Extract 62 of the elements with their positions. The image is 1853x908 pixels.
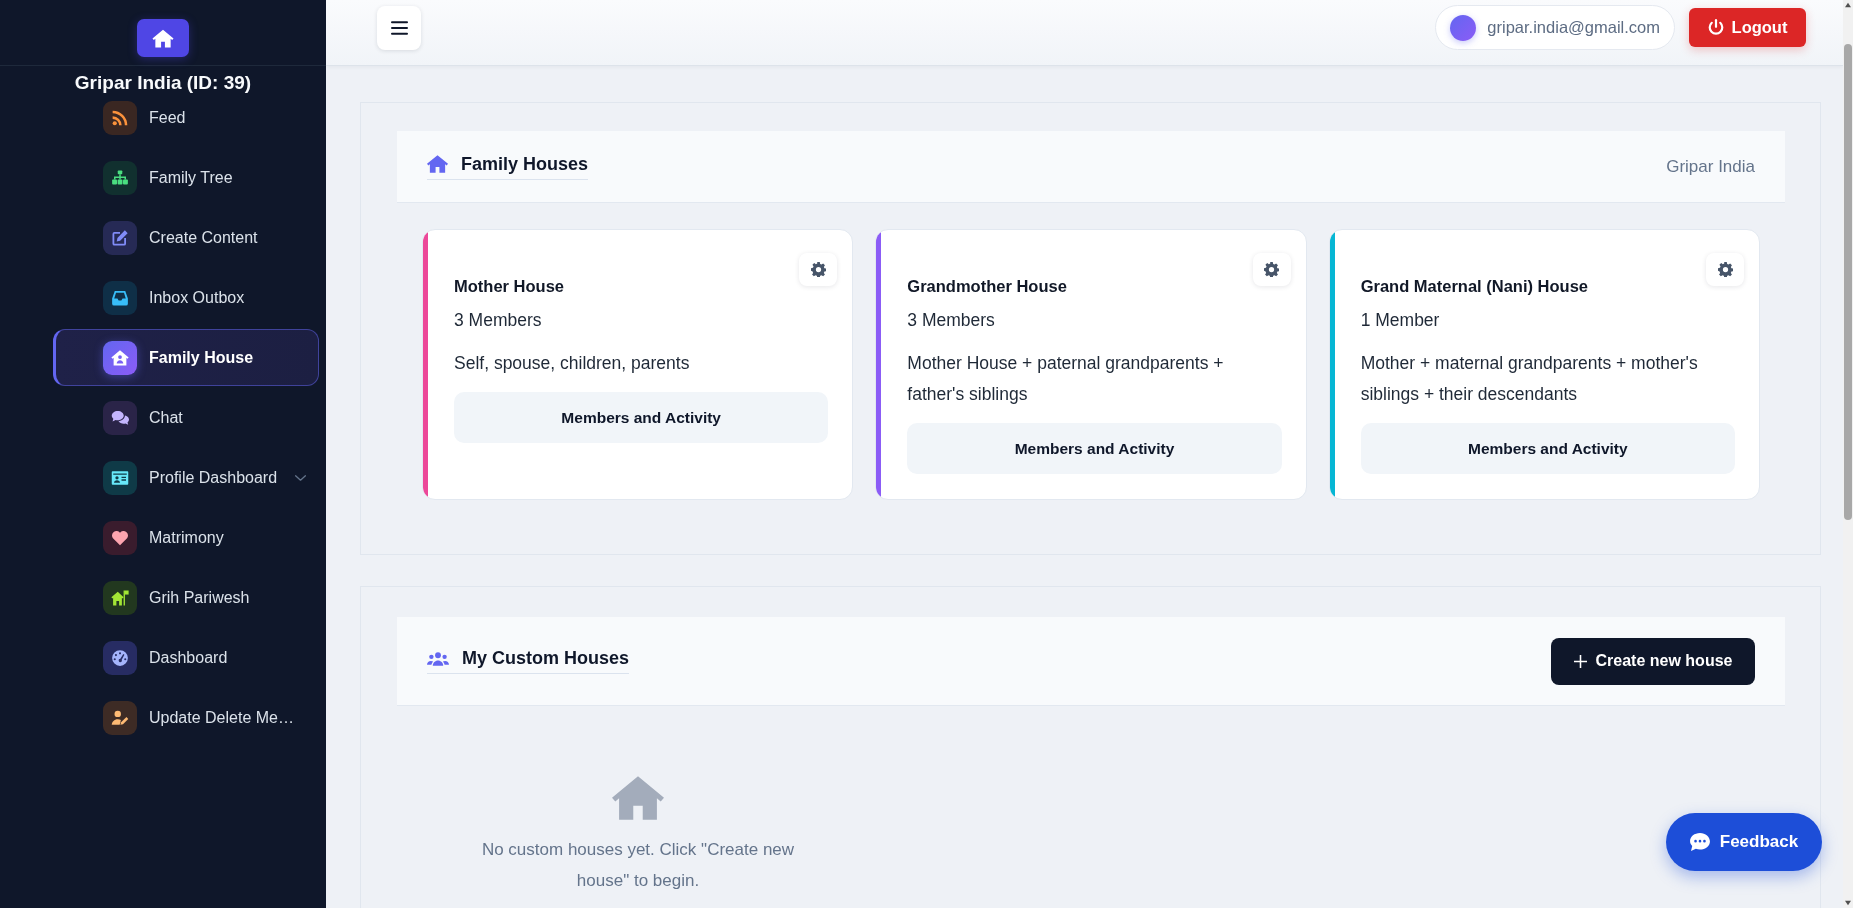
menu-button[interactable]	[377, 6, 421, 50]
house-icon	[612, 775, 664, 821]
section-title: Family Houses	[461, 153, 589, 175]
user-email: gripar.india@gmail.com	[1487, 18, 1660, 37]
sidebar-item[interactable]: Inbox Outbox	[53, 269, 319, 326]
settings-icon	[810, 262, 826, 277]
member-count: 1 Member	[1360, 309, 1441, 331]
chat-bubbles-icon	[103, 400, 137, 435]
scrollbar-thumb[interactable]	[1844, 44, 1852, 520]
members-activity-button[interactable]: Members and Activity	[454, 392, 829, 443]
power-icon	[1707, 19, 1724, 36]
settings-button[interactable]	[799, 253, 838, 286]
house-person-icon	[103, 340, 137, 375]
sidebar-item[interactable]: Family House	[53, 329, 319, 386]
owner-name: Gripar India	[1666, 156, 1755, 177]
gauge-icon	[103, 640, 137, 675]
feedback-button[interactable]: Feedback	[1666, 813, 1822, 871]
settings-icon	[1717, 262, 1733, 277]
sidebar-item[interactable]: Update Delete Me…	[53, 689, 319, 746]
sidebar-item[interactable]: Matrimony	[53, 509, 319, 566]
section-title: My Custom Houses	[462, 648, 630, 669]
member-count: 3 Members	[454, 309, 543, 331]
scroll-down-arrow-icon[interactable]	[1844, 900, 1852, 906]
sidebar-item[interactable]: Dashboard	[53, 629, 319, 686]
house-icon	[152, 28, 174, 48]
house-name: Grandmother House	[907, 276, 1068, 297]
plus-icon	[1573, 654, 1587, 668]
house-flag-icon	[103, 580, 137, 615]
members-activity-button[interactable]: Members and Activity	[907, 423, 1282, 474]
settings-icon	[1264, 262, 1280, 277]
house-description: Mother + maternal grandparents + mother's siblings + their descendants	[1360, 352, 1699, 406]
house-name: Grand Maternal (Nani) House	[1360, 276, 1590, 297]
house-name: Mother House	[454, 276, 565, 297]
home-button[interactable]	[137, 19, 189, 57]
sidebar-item[interactable]: Family Tree	[53, 149, 319, 206]
scroll-up-arrow-icon[interactable]	[1844, 2, 1852, 8]
user-pen-icon	[103, 700, 137, 735]
settings-button[interactable]	[1706, 253, 1744, 286]
heart-icon	[103, 520, 137, 555]
member-count: 3 Members	[907, 309, 996, 331]
house-description: Self, spouse, children, parents	[454, 352, 691, 375]
avatar-icon	[1450, 14, 1477, 41]
sidebar-item[interactable]: Profile Dashboard	[53, 449, 319, 506]
house-description: Mother House + paternal grandparents + father's siblings	[907, 352, 1225, 406]
members-activity-button[interactable]: Members and Activity	[1360, 423, 1735, 474]
empty-message: No custom houses yet. Click "Create new house" to begin.	[480, 839, 796, 892]
sidebar-item[interactable]: Grih Pariwesh	[53, 569, 319, 626]
inbox-icon	[103, 280, 137, 315]
rss-icon	[103, 100, 137, 135]
chat-icon	[1689, 833, 1710, 851]
house-icon	[427, 155, 448, 173]
create-house-button[interactable]: Create new house	[1551, 637, 1755, 685]
menu-icon	[390, 21, 408, 35]
edit-icon	[103, 220, 137, 255]
users-icon	[427, 651, 449, 666]
sidebar-item[interactable]: Create Content	[53, 209, 319, 266]
sidebar-item[interactable]: Chat	[53, 389, 319, 446]
account-title: Gripar India (ID: 39)	[74, 72, 252, 94]
sitemap-icon	[103, 160, 137, 195]
settings-button[interactable]	[1252, 253, 1291, 286]
logout-button[interactable]: Logout	[1689, 8, 1806, 47]
id-card-icon	[103, 460, 137, 495]
